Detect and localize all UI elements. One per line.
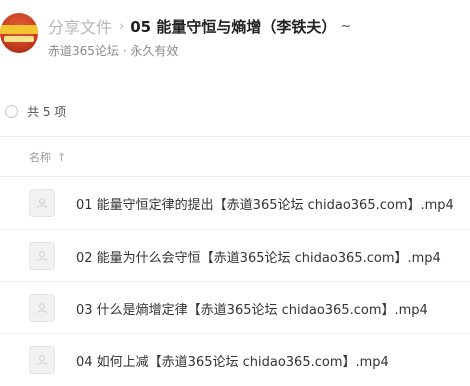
- file-name[interactable]: 03 什么是熵增定律【赤道365论坛 chidao365.com】.mp4: [76, 299, 428, 318]
- column-name-label: 名称: [29, 151, 51, 164]
- item-count: 共 5 项: [27, 104, 67, 119]
- file-name[interactable]: 04 如何上减【赤道365论坛 chidao365.com】.mp4: [76, 351, 389, 370]
- folder-title: 05 能量守恒与熵增（李铁夫）: [130, 17, 337, 36]
- video-file-icon: [29, 189, 55, 217]
- video-file-icon: [29, 242, 55, 270]
- avatar-logo-text-band: [4, 36, 34, 42]
- file-row[interactable]: 01 能量守恒定律的提出【赤道365论坛 chidao365.com】.mp4: [0, 177, 470, 229]
- avatar-logo-band: [0, 25, 38, 34]
- chevron-right-icon: ›: [119, 18, 125, 34]
- divider: [0, 136, 470, 137]
- video-file-icon: [29, 294, 55, 322]
- chevron-down-icon[interactable]: ~: [340, 19, 351, 34]
- sharer-avatar[interactable]: [0, 13, 38, 53]
- breadcrumb-root-link[interactable]: 分享文件: [48, 14, 112, 38]
- file-name[interactable]: 02 能量为什么会守恒【赤道365论坛 chidao365.com】.mp4: [76, 247, 441, 266]
- file-name[interactable]: 01 能量守恒定律的提出【赤道365论坛 chidao365.com】.mp4: [76, 194, 454, 213]
- file-row[interactable]: 04 如何上减【赤道365论坛 chidao365.com】.mp4: [0, 334, 470, 386]
- file-row[interactable]: 03 什么是熵增定律【赤道365论坛 chidao365.com】.mp4: [0, 282, 470, 334]
- video-file-icon: [29, 346, 55, 374]
- select-all-checkbox[interactable]: [5, 104, 18, 118]
- select-all-row[interactable]: 共 5 项: [5, 102, 66, 120]
- share-header: 分享文件 › 05 能量守恒与熵增（李铁夫） ~ 赤道365论坛 · 永久有效: [0, 0, 470, 72]
- column-header-name[interactable]: 名称 ↑: [29, 149, 66, 165]
- sharer-info: 赤道365论坛 · 永久有效: [48, 44, 179, 58]
- file-row[interactable]: 02 能量为什么会守恒【赤道365论坛 chidao365.com】.mp4: [0, 230, 470, 282]
- sort-ascending-icon[interactable]: ↑: [57, 151, 66, 164]
- breadcrumb: 分享文件 › 05 能量守恒与熵增（李铁夫） ~: [48, 14, 351, 38]
